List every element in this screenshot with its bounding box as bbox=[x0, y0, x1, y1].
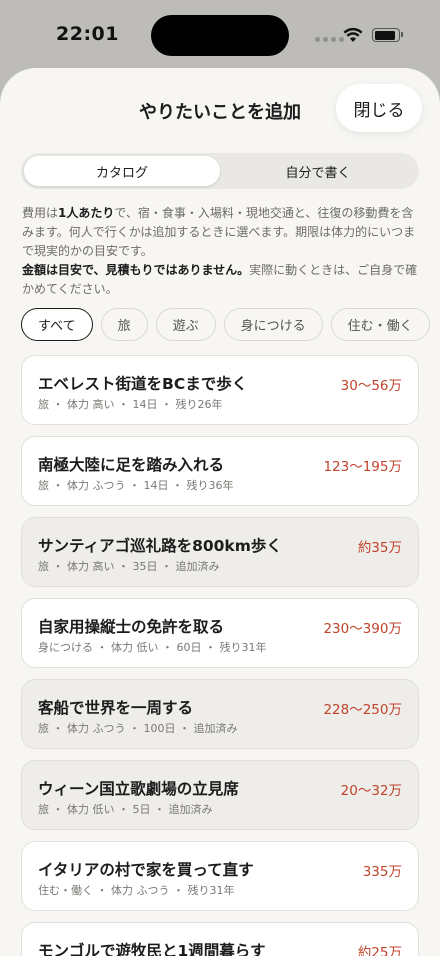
catalog-list: エベレスト街道をBCまで歩く 旅 ・ 体力 高い ・ 14日 ・ 残り26年 3… bbox=[21, 355, 419, 956]
catalog-item-added[interactable]: 客船で世界を一周する 旅 ・ 体力 ふつう ・ 100日 ・ 追加済み 228〜… bbox=[21, 679, 419, 749]
item-price: 230〜390万 bbox=[323, 621, 402, 637]
tab-catalog[interactable]: カタログ bbox=[24, 156, 220, 186]
filter-all[interactable]: すべて bbox=[21, 308, 93, 341]
item-title: エベレスト街道をBCまで歩く bbox=[38, 375, 248, 393]
dynamic-island bbox=[151, 15, 289, 56]
catalog-item[interactable]: 南極大陸に足を踏み入れる 旅 ・ 体力 ふつう ・ 14日 ・ 残り36年 12… bbox=[21, 436, 419, 506]
item-title: モンゴルで遊牧民と1週間暮らす bbox=[38, 942, 266, 956]
item-price: 30〜56万 bbox=[340, 378, 402, 394]
filter-live-work[interactable]: 住む・働く bbox=[330, 308, 430, 341]
catalog-item-added[interactable]: サンティアゴ巡礼路を800km歩く 旅 ・ 体力 高い ・ 35日 ・ 追加済み… bbox=[21, 517, 419, 587]
item-price: 123〜195万 bbox=[323, 459, 402, 475]
tab-write-own[interactable]: 自分で書く bbox=[220, 156, 416, 186]
catalog-item[interactable]: 自家用操縦士の免許を取る 身につける ・ 体力 低い ・ 60日 ・ 残り31年… bbox=[21, 598, 419, 668]
item-title: イタリアの村で家を買って直す bbox=[38, 861, 254, 879]
item-meta: 旅 ・ 体力 低い ・ 5日 ・ 追加済み bbox=[38, 803, 213, 816]
item-title: 南極大陸に足を踏み入れる bbox=[38, 456, 225, 474]
item-meta: 旅 ・ 体力 高い ・ 35日 ・ 追加済み bbox=[38, 560, 220, 573]
item-meta: 住む・働く ・ 体力 ふつう ・ 残り31年 bbox=[38, 884, 235, 897]
catalog-item-added[interactable]: ウィーン国立歌劇場の立見席 旅 ・ 体力 低い ・ 5日 ・ 追加済み 20〜3… bbox=[21, 760, 419, 830]
item-title: ウィーン国立歌劇場の立見席 bbox=[38, 780, 239, 798]
cellular-signal-icon bbox=[315, 37, 344, 42]
tab-switcher: カタログ 自分で書く bbox=[21, 153, 419, 189]
cost-description: 費用は1人あたりで、宿・食事・入場料・現地交通と、往復の移動費を含みます。何人で… bbox=[22, 206, 416, 258]
status-time: 22:01 bbox=[56, 23, 119, 45]
item-price: 約25万 bbox=[357, 945, 402, 956]
item-meta: 身につける ・ 体力 低い ・ 60日 ・ 残り31年 bbox=[38, 641, 267, 654]
item-price: 約35万 bbox=[357, 540, 402, 556]
estimate-disclaimer: 金額は目安で、見積もりではありません。実際に動くときは、ご自身で確かめてください… bbox=[22, 263, 418, 296]
close-button[interactable]: 閉じる bbox=[336, 84, 422, 132]
filter-play[interactable]: 遊ぶ bbox=[155, 308, 216, 341]
catalog-item[interactable]: モンゴルで遊牧民と1週間暮らす 約25万 bbox=[21, 922, 419, 956]
status-bar: 22:01 bbox=[0, 0, 440, 70]
item-price: 20〜32万 bbox=[340, 783, 402, 799]
item-title: サンティアゴ巡礼路を800km歩く bbox=[38, 537, 282, 555]
battery-icon bbox=[372, 28, 403, 42]
wifi-icon bbox=[343, 27, 363, 42]
filter-travel[interactable]: 旅 bbox=[100, 308, 148, 341]
add-item-sheet: やりたいことを追加 閉じる カタログ 自分で書く 費用は1人あたりで、宿・食事・… bbox=[0, 68, 440, 956]
catalog-item[interactable]: イタリアの村で家を買って直す 住む・働く ・ 体力 ふつう ・ 残り31年 33… bbox=[21, 841, 419, 911]
filter-learn[interactable]: 身につける bbox=[223, 308, 323, 341]
item-meta: 旅 ・ 体力 高い ・ 14日 ・ 残り26年 bbox=[38, 398, 223, 411]
category-filters: すべて 旅 遊ぶ 身につける 住む・働く bbox=[21, 308, 430, 341]
item-price: 228〜250万 bbox=[323, 702, 402, 718]
item-price: 335万 bbox=[362, 864, 402, 880]
catalog-item[interactable]: エベレスト街道をBCまで歩く 旅 ・ 体力 高い ・ 14日 ・ 残り26年 3… bbox=[21, 355, 419, 425]
item-title: 自家用操縦士の免許を取る bbox=[38, 618, 225, 636]
item-meta: 旅 ・ 体力 ふつう ・ 14日 ・ 残り36年 bbox=[38, 479, 234, 492]
item-title: 客船で世界を一周する bbox=[38, 699, 194, 717]
item-meta: 旅 ・ 体力 ふつう ・ 100日 ・ 追加済み bbox=[38, 722, 238, 735]
